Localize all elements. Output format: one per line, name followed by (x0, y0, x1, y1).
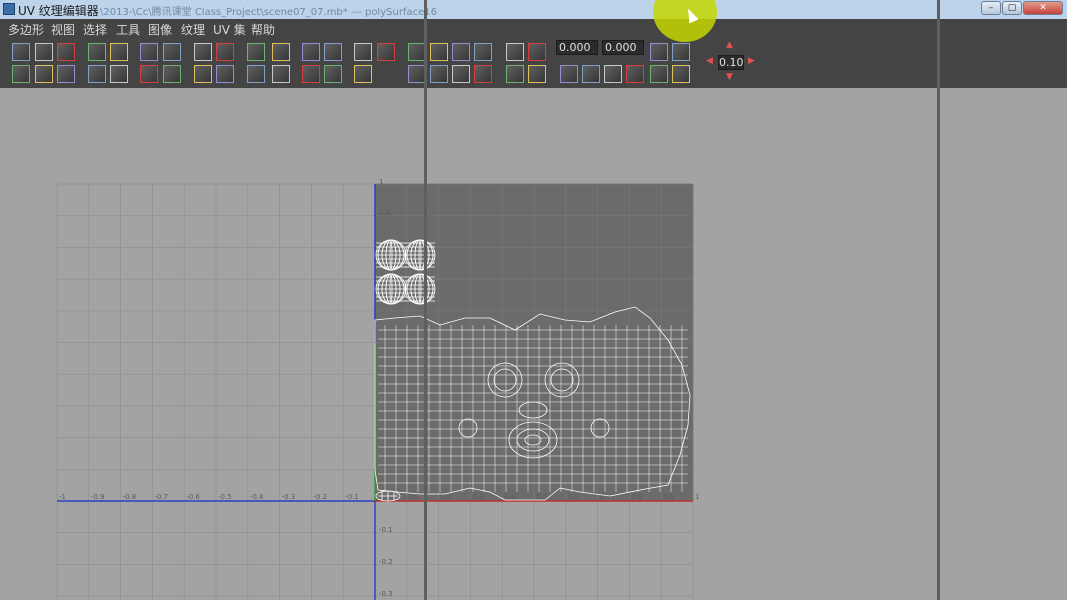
v-tick-label: -0.2 (379, 558, 393, 566)
u-tick-label: -0.9 (91, 493, 105, 501)
maximize-button[interactable]: ▢ (1002, 1, 1022, 15)
sew-icon[interactable] (377, 43, 395, 61)
u-tick-label: -0.2 (313, 493, 327, 501)
cut-icon[interactable] (604, 65, 622, 83)
step-up-icon[interactable]: ▲ (726, 40, 733, 50)
uv-scale-icon[interactable] (88, 43, 106, 61)
uv-shell-icon[interactable] (88, 65, 106, 83)
u-tick-label: -0.4 (250, 493, 264, 501)
align-icon[interactable] (140, 43, 158, 61)
uv-scale-icon[interactable] (672, 43, 690, 61)
sew-icon[interactable] (626, 65, 644, 83)
mouth-shell[interactable] (375, 490, 401, 502)
uv-move-icon[interactable] (35, 43, 53, 61)
uv-rotate-icon[interactable] (302, 65, 320, 83)
u-tick-label: 0.3 (472, 493, 483, 501)
u-tick-label: 0.7 (600, 493, 611, 501)
uv-move-icon[interactable] (672, 65, 690, 83)
menu-help[interactable]: 帮助 (251, 21, 275, 38)
menu-textures[interactable]: 纹理 (181, 21, 205, 38)
uv-move-icon[interactable] (272, 65, 290, 83)
step-value-field[interactable]: 0.10 (718, 55, 744, 70)
sew-icon[interactable] (216, 65, 234, 83)
cut-icon[interactable] (354, 43, 372, 61)
checker-icon[interactable] (452, 65, 470, 83)
step-left-icon[interactable]: ◀ (706, 56, 713, 66)
uv-rotate-icon[interactable] (452, 43, 470, 61)
u-tick-label: -0.7 (154, 493, 168, 501)
panel-splitter-left[interactable] (424, 0, 427, 600)
u-tick-label: -0.3 (282, 493, 296, 501)
flip-icon[interactable] (354, 65, 372, 83)
u-tick-label: 0.9 (663, 493, 674, 501)
u-tick-label: 1 (695, 493, 699, 501)
flip-icon[interactable] (506, 43, 524, 61)
texture-display-icon[interactable] (216, 43, 234, 61)
uv-rotate-icon[interactable] (57, 43, 75, 61)
paste-uv-icon[interactable] (140, 65, 158, 83)
align-icon[interactable] (528, 43, 546, 61)
title-bar: UV 纹理编辑器 \2013-\Cc\腾讯课堂 Class_Project\sc… (0, 0, 1067, 20)
checker-icon[interactable] (35, 65, 53, 83)
delete-icon[interactable] (582, 65, 600, 83)
uv-rotate-icon[interactable] (650, 43, 668, 61)
menu-bar: 多边形 视图 选择 工具 图像 纹理 UV 集 帮助 (0, 19, 1067, 38)
panel-splitter-right[interactable] (937, 0, 940, 600)
copy-uv-icon[interactable] (110, 65, 128, 83)
minimize-button[interactable]: – (981, 1, 1001, 15)
copy-uv-icon[interactable] (528, 65, 546, 83)
step-right-icon[interactable]: ▶ (748, 56, 755, 66)
paste-uv-icon[interactable] (302, 43, 320, 61)
menu-tools[interactable]: 工具 (116, 21, 140, 38)
u-tick-label: -0.5 (218, 493, 232, 501)
uv-move-icon[interactable] (430, 43, 448, 61)
uv-shell-icon[interactable] (247, 43, 265, 61)
copy-uv-icon[interactable] (272, 43, 290, 61)
close-button[interactable]: ✕ (1023, 1, 1063, 15)
window-path: \2013-\Cc\腾讯课堂 Class_Project\scene07_07.… (100, 7, 437, 18)
grid-snap-icon[interactable] (430, 65, 448, 83)
uv-editor-canvas[interactable]: -1 -0.9 -0.8 -0.7 -0.6 -0.5 -0.4 -0.3 -0.2 -0.1 0 0… (0, 88, 1067, 600)
delete-icon[interactable] (163, 65, 181, 83)
step-down-icon[interactable]: ▼ (726, 72, 733, 82)
delete-icon[interactable] (324, 43, 342, 61)
grid-snap-icon[interactable] (163, 43, 181, 61)
texture-display-icon[interactable] (57, 65, 75, 83)
uv-select-icon[interactable] (12, 43, 30, 61)
uv-shell-icon[interactable] (506, 65, 524, 83)
u-tick-label: -0.1 (345, 493, 359, 501)
cut-icon[interactable] (194, 65, 212, 83)
v-tick-label: -0.1 (379, 526, 393, 534)
u-tick-label: 0.6 (568, 493, 580, 501)
grid-snap-icon[interactable] (12, 65, 30, 83)
v-tick-label: -0.3 (379, 590, 393, 598)
u-tick-label: -0.8 (123, 493, 137, 501)
menu-uv-sets[interactable]: UV 集 (213, 21, 246, 38)
app-icon (3, 3, 15, 15)
v-tick-label: 1 (379, 178, 383, 186)
uv-select-icon[interactable] (650, 65, 668, 83)
v-tick-label: 0.9 (379, 209, 390, 217)
menu-view[interactable]: 视图 (51, 21, 75, 38)
uv-scale-icon[interactable] (324, 65, 342, 83)
texture-display-icon[interactable] (474, 65, 492, 83)
u-tick-label: 0.8 (631, 493, 642, 501)
menu-polygons[interactable]: 多边形 (8, 21, 44, 38)
flip-icon[interactable] (110, 43, 128, 61)
window-title: UV 纹理编辑器 (18, 4, 99, 18)
paste-uv-icon[interactable] (560, 65, 578, 83)
u-tick-label: -0.6 (186, 493, 200, 501)
menu-image[interactable]: 图像 (148, 21, 172, 38)
uv-scale-icon[interactable] (474, 43, 492, 61)
u-value-field[interactable]: 0.000 (556, 40, 598, 55)
uv-select-icon[interactable] (247, 65, 265, 83)
menu-select[interactable]: 选择 (83, 21, 107, 38)
v-value-field[interactable]: 0.000 (602, 40, 644, 55)
u-tick-label: -1 (59, 493, 66, 501)
checker-icon[interactable] (194, 43, 212, 61)
